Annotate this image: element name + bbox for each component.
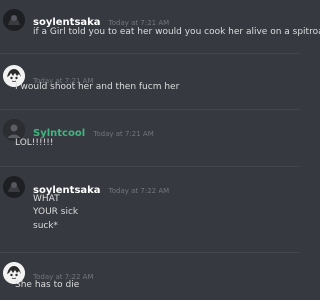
- message-group: Sylntcool Today at 7:21 AM LOL!!!!!!: [0, 110, 300, 158]
- chat-message-list: soylentsaka Today at 7:21 AM if a Girl t…: [0, 0, 320, 300]
- message-text: WHAT: [33, 194, 60, 204]
- message-text: suck*: [33, 221, 59, 231]
- message-text: She has to die: [15, 280, 80, 290]
- timestamp[interactable]: Today at 7:21 AM: [93, 130, 154, 138]
- message-text: YOUR sick: [33, 207, 79, 217]
- avatar[interactable]: [3, 176, 25, 198]
- message-group: Today at 7:21 AM I would shoot her and t…: [0, 54, 300, 102]
- message-text: LOL!!!!!!: [15, 138, 54, 148]
- message-group: soylentsaka Today at 7:22 AM WHAT YOUR s…: [0, 167, 300, 247]
- timestamp[interactable]: Today at 7:21 AM: [109, 19, 170, 27]
- user-avatar-icon: [3, 176, 25, 198]
- message-text: if a Girl told you to eat her would you …: [33, 27, 320, 37]
- avatar[interactable]: [3, 9, 25, 31]
- message-group: Today at 7:22 AM She has to die: [0, 253, 300, 300]
- message-text: I would shoot her and then fucm her: [15, 82, 180, 92]
- message-group: soylentsaka Today at 7:21 AM if a Girl t…: [0, 0, 320, 48]
- user-avatar-icon: [3, 9, 25, 31]
- timestamp[interactable]: Today at 7:22 AM: [109, 187, 170, 195]
